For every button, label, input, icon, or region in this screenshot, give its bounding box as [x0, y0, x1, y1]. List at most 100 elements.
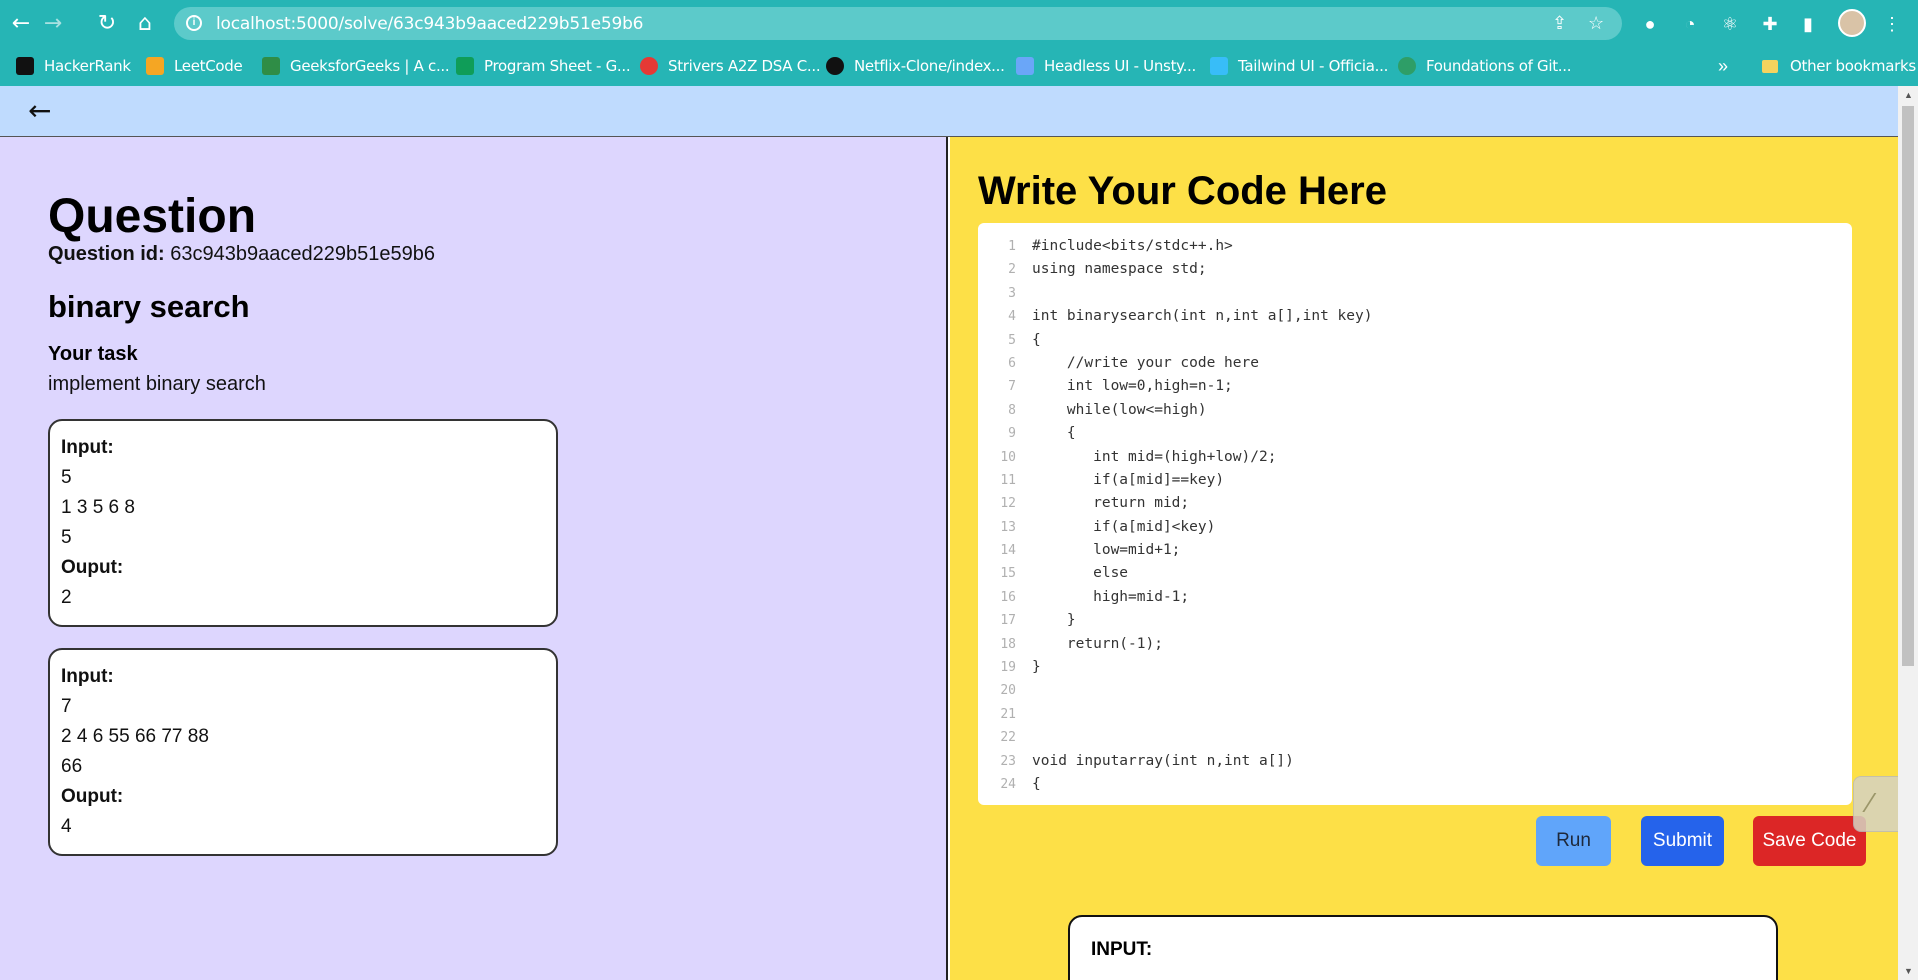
code-line[interactable]: 3 — [978, 282, 1828, 305]
code-line[interactable]: 11 if(a[mid]==key) — [978, 469, 1828, 492]
code-text[interactable]: } — [1032, 609, 1076, 632]
line-number: 20 — [1000, 683, 1016, 699]
code-line[interactable]: 10 int mid=(high+low)/2; — [978, 446, 1828, 469]
bookmark-tailwind-ui[interactable]: Tailwind UI - Officia... — [1210, 55, 1388, 77]
code-panel: Write Your Code Here 1 #include<bits/stdc… — [950, 137, 1898, 980]
code-line[interactable]: 6 //write your code here — [978, 352, 1828, 375]
reload-icon[interactable]: ↻ — [92, 9, 122, 39]
code-text[interactable]: if(a[mid]<key) — [1032, 516, 1215, 539]
code-line[interactable]: 4 int binarysearch(int n,int a[],int key) — [978, 305, 1828, 328]
code-text[interactable]: void inputarray(int n,int a[]) — [1032, 750, 1294, 773]
code-line[interactable]: 2 using namespace std; — [978, 258, 1828, 281]
address-bar[interactable]: i localhost:5000/solve/63c943b9aaced229b… — [174, 7, 1622, 40]
code-text[interactable]: } — [1032, 656, 1041, 679]
github-icon — [826, 57, 844, 75]
code-text[interactable]: low=mid+1; — [1032, 539, 1180, 562]
page-scroll-up-icon[interactable]: ▲ — [1904, 90, 1913, 100]
back-icon[interactable]: ← — [6, 9, 36, 39]
example-input-line: 66 — [61, 756, 83, 777]
question-id-label: Question id: — [48, 243, 165, 265]
code-text[interactable]: int low=0,high=n-1; — [1032, 375, 1233, 398]
code-text[interactable]: { — [1032, 329, 1041, 352]
run-button[interactable]: Run — [1536, 816, 1611, 866]
code-line[interactable]: 22 — [978, 726, 1828, 749]
bookmark-foundations-git[interactable]: Foundations of Git... — [1398, 55, 1572, 77]
code-text[interactable]: return(-1); — [1032, 633, 1163, 656]
code-text[interactable]: high=mid-1; — [1032, 586, 1189, 609]
other-bookmarks[interactable]: Other bookmarks — [1762, 55, 1916, 77]
code-line[interactable]: 19} — [978, 656, 1828, 679]
home-icon[interactable]: ⌂ — [130, 9, 160, 39]
code-text[interactable]: { — [1032, 773, 1041, 796]
bookmark-headless-ui[interactable]: Headless UI - Unsty... — [1016, 55, 1196, 77]
page-scroll-thumb[interactable] — [1902, 106, 1914, 666]
example-input-line: 5 — [61, 467, 72, 488]
code-line[interactable]: 16 high=mid-1; — [978, 586, 1828, 609]
line-number: 5 — [1008, 332, 1016, 348]
code-editor[interactable]: 1 #include<bits/stdc++.h> 2 using namespace… — [978, 223, 1852, 805]
code-line[interactable]: 15 else — [978, 562, 1828, 585]
bookmark-leetcode[interactable]: LeetCode — [146, 55, 243, 77]
submit-button[interactable]: Submit — [1641, 816, 1724, 866]
code-line[interactable]: 13 if(a[mid]<key) — [978, 516, 1828, 539]
bookmark-hackerrank[interactable]: HackerRank — [16, 55, 131, 77]
star-icon[interactable]: ☆ — [1588, 13, 1604, 33]
line-number: 23 — [1000, 753, 1016, 769]
page-scroll-down-icon[interactable]: ▼ — [1904, 966, 1913, 976]
geeksforgeeks-icon — [262, 57, 280, 75]
bookmark-netflix-clone[interactable]: Netflix-Clone/index... — [826, 55, 1005, 77]
code-text[interactable]: #include<bits/stdc++.h> — [1032, 235, 1233, 258]
code-line[interactable]: 17 } — [978, 609, 1828, 632]
code-line[interactable]: 21 — [978, 703, 1828, 726]
code-text[interactable]: int binarysearch(int n,int a[],int key) — [1032, 305, 1372, 328]
code-line[interactable]: 5{ — [978, 329, 1828, 352]
line-number: 6 — [1008, 355, 1016, 371]
line-number: 14 — [1000, 543, 1016, 559]
code-line[interactable]: 9 { — [978, 422, 1828, 445]
code-text[interactable]: using namespace std; — [1032, 258, 1207, 281]
example-input-line: 2 4 6 55 66 77 88 — [61, 726, 209, 747]
menu-kebab-icon[interactable]: ⋮ — [1880, 12, 1904, 36]
tailwind-icon — [1210, 57, 1228, 75]
url-text[interactable]: localhost:5000/solve/63c943b9aaced229b51… — [216, 14, 643, 34]
puzzle-icon[interactable]: ✚ — [1758, 12, 1782, 36]
code-line[interactable]: 24 { — [978, 773, 1828, 796]
code-line[interactable]: 12 return mid; — [978, 492, 1828, 515]
code-lines[interactable]: 1 #include<bits/stdc++.h> 2 using namespace… — [978, 235, 1828, 796]
code-text[interactable]: //write your code here — [1032, 352, 1259, 375]
bookmarks-bar: HackerRank LeetCode GeeksforGeeks | A c.… — [0, 47, 1918, 86]
page-scrollbar[interactable]: ▲ ▼ — [1898, 86, 1918, 980]
code-line[interactable]: 23 void inputarray(int n,int a[]) — [978, 750, 1828, 773]
extension-gauge-icon[interactable]: ◔ — [1678, 12, 1702, 36]
code-line[interactable]: 7 int low=0,high=n-1; — [978, 375, 1828, 398]
code-text[interactable]: return mid; — [1032, 492, 1189, 515]
sheets-icon — [456, 57, 474, 75]
code-text[interactable]: { — [1032, 422, 1076, 445]
share-icon[interactable]: ⇪ — [1552, 13, 1567, 33]
back-arrow-icon[interactable]: ← — [28, 94, 51, 128]
code-text[interactable]: else — [1032, 562, 1128, 585]
question-heading: Question — [48, 190, 257, 243]
save-code-button[interactable]: Save Code — [1753, 816, 1866, 866]
code-line[interactable]: 18 return(-1); — [978, 633, 1828, 656]
profile-avatar[interactable] — [1838, 9, 1866, 37]
code-text[interactable]: int mid=(high+low)/2; — [1032, 446, 1276, 469]
code-line[interactable]: 8 while(low<=high) — [978, 399, 1828, 422]
code-line[interactable]: 1 #include<bits/stdc++.h> — [978, 235, 1828, 258]
site-info-icon[interactable]: i — [186, 15, 202, 31]
line-number: 21 — [1000, 706, 1016, 722]
side-panel-icon[interactable]: ▮ — [1796, 12, 1820, 36]
question-id: Question id: 63c943b9aaced229b51e59b6 — [48, 243, 435, 266]
bookmark-strivers[interactable]: Strivers A2Z DSA C... — [640, 55, 821, 77]
code-text[interactable]: if(a[mid]==key) — [1032, 469, 1224, 492]
forward-icon[interactable]: → — [38, 9, 68, 39]
bookmarks-overflow-icon[interactable]: » — [1718, 57, 1728, 75]
code-line[interactable]: 14 low=mid+1; — [978, 539, 1828, 562]
example-input-line: 5 — [61, 527, 72, 548]
react-devtools-icon[interactable]: ⚛ — [1718, 12, 1742, 36]
code-line[interactable]: 20 — [978, 679, 1828, 702]
code-text[interactable]: while(low<=high) — [1032, 399, 1207, 422]
bookmark-program-sheet[interactable]: Program Sheet - G... — [456, 55, 631, 77]
bookmark-geeksforgeeks[interactable]: GeeksforGeeks | A c... — [262, 55, 450, 77]
extension-bug-icon[interactable]: ● — [1638, 12, 1662, 36]
